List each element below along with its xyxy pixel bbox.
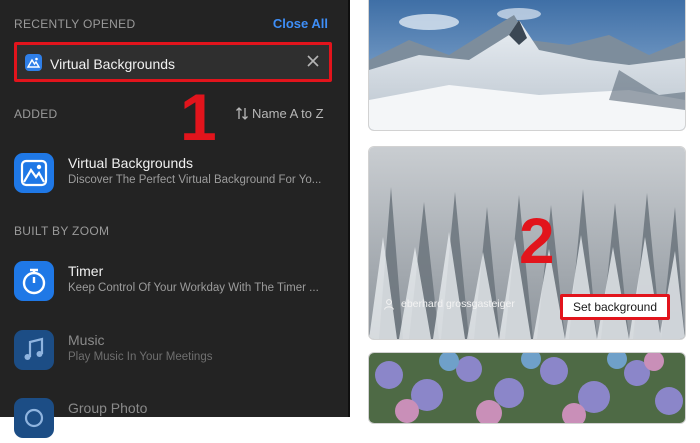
music-note-icon [14, 330, 54, 370]
sort-arrows-icon [236, 106, 248, 123]
photo-credit-name: eberhard grossgasteiger [401, 298, 515, 310]
app-description: Keep Control Of Your Workday With The Ti… [68, 282, 319, 294]
app-name: Music [68, 332, 105, 348]
sort-dropdown[interactable]: Name A to Z [236, 106, 324, 123]
recent-app-name: Virtual Backgrounds [50, 56, 176, 72]
zoom-apps-panel: RECENTLY OPENED Close All Virtual Backgr… [0, 0, 350, 438]
mountain-image-icon [14, 153, 54, 193]
added-heading: ADDED [14, 107, 58, 121]
set-background-button[interactable]: Set background [560, 294, 670, 320]
step-1-marker: 1 [180, 80, 217, 154]
step-2-marker: 2 [519, 205, 555, 277]
background-thumbnail-snowy-forest[interactable]: 2 eberhard grossgasteiger Set background [368, 146, 686, 340]
person-icon [383, 298, 395, 310]
app-item-timer[interactable]: Timer Keep Control Of Your Workday With … [14, 261, 344, 301]
app-name: Timer [68, 263, 104, 279]
app-description: Play Music In Your Meetings [68, 351, 213, 363]
app-item-music[interactable]: Music Play Music In Your Meetings [14, 330, 344, 370]
close-icon[interactable] [305, 53, 321, 69]
camera-icon [14, 398, 54, 438]
background-thumbnail-mountain[interactable] [368, 0, 686, 131]
app-name: Group Photo [68, 400, 148, 416]
recent-app-chip[interactable]: Virtual Backgrounds [14, 42, 332, 82]
photo-credit: eberhard grossgasteiger [383, 298, 515, 310]
sort-label: Name A to Z [252, 106, 324, 121]
app-name: Virtual Backgrounds [68, 155, 194, 171]
app-description: Discover The Perfect Virtual Background … [68, 174, 322, 186]
background-thumbnail-flowers[interactable] [368, 352, 686, 424]
virtual-backgrounds-small-icon [25, 54, 42, 71]
stopwatch-icon [14, 261, 54, 301]
built-by-zoom-heading: BUILT BY ZOOM [14, 224, 110, 238]
close-all-button[interactable]: Close All [273, 16, 328, 31]
app-item-group-photo[interactable]: Group Photo [14, 398, 344, 438]
recently-opened-heading: RECENTLY OPENED [14, 17, 136, 31]
app-item-virtual-backgrounds[interactable]: Virtual Backgrounds Discover The Perfect… [14, 153, 344, 193]
